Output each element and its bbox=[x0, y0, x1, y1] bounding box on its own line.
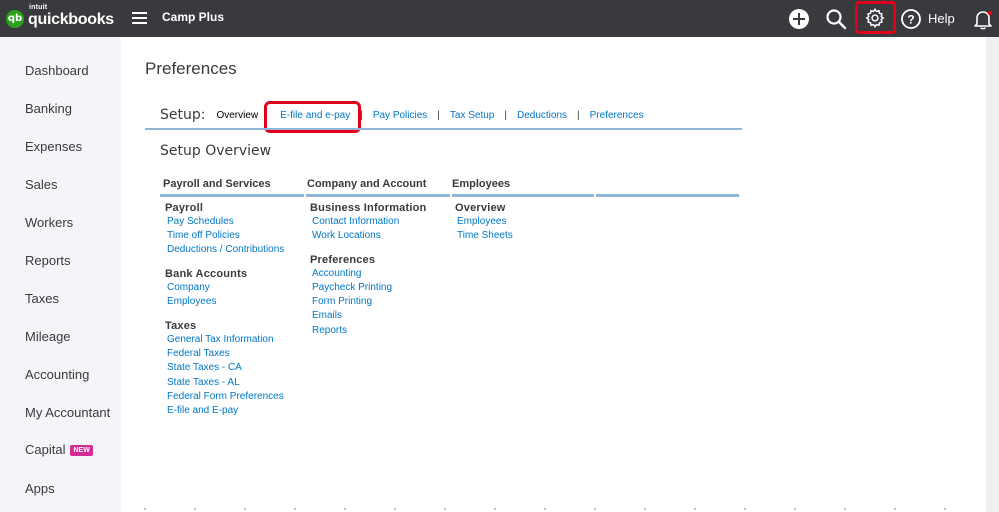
link-work-locations[interactable]: Work Locations bbox=[312, 230, 381, 241]
menu-icon[interactable] bbox=[132, 12, 147, 24]
bottom-edge-dots bbox=[144, 508, 946, 510]
link-paycheck-printing[interactable]: Paycheck Printing bbox=[312, 282, 392, 293]
sidebar-item-dashboard[interactable]: Dashboard bbox=[25, 63, 89, 78]
tab-overview: Overview bbox=[216, 109, 259, 121]
setup-tabs: Setup: Overview E-file and e-pay | Pay P… bbox=[160, 107, 644, 123]
link-accounting[interactable]: Accounting bbox=[312, 268, 361, 279]
group-title-business-information: Business Information bbox=[310, 202, 427, 214]
bell-icon[interactable] bbox=[972, 8, 994, 30]
sidebar-item-workers[interactable]: Workers bbox=[25, 215, 73, 230]
section-title: Setup Overview bbox=[160, 143, 272, 159]
column-divider bbox=[160, 194, 304, 197]
help-label[interactable]: Help bbox=[928, 11, 955, 26]
link-pay-schedules[interactable]: Pay Schedules bbox=[167, 216, 234, 227]
tab-tax-setup[interactable]: Tax Setup bbox=[450, 110, 494, 121]
tab-deductions[interactable]: Deductions bbox=[517, 110, 567, 121]
link-time-off-policies[interactable]: Time off Policies bbox=[167, 230, 240, 241]
column-divider bbox=[306, 194, 450, 197]
link-federal-taxes[interactable]: Federal Taxes bbox=[167, 348, 230, 359]
link-state-taxes-al[interactable]: State Taxes - AL bbox=[167, 377, 240, 388]
gear-highlight-annotation bbox=[855, 1, 896, 34]
sidebar-item-mileage[interactable]: Mileage bbox=[25, 329, 71, 344]
svg-text:?: ? bbox=[907, 13, 914, 27]
page-title: Preferences bbox=[145, 59, 237, 78]
link-state-taxes-ca[interactable]: State Taxes - CA bbox=[167, 362, 242, 373]
sidebar-item-sales[interactable]: Sales bbox=[25, 177, 58, 192]
sidebar-item-reports[interactable]: Reports bbox=[25, 253, 71, 268]
sidebar-item-label: Capital bbox=[25, 442, 66, 457]
sidebar-item-capital[interactable]: Capital NEW bbox=[25, 442, 93, 457]
setup-label: Setup: bbox=[160, 107, 206, 123]
setup-divider bbox=[145, 128, 742, 130]
link-form-printing[interactable]: Form Printing bbox=[312, 296, 372, 307]
tab-separator: | bbox=[577, 109, 580, 121]
tab-separator: | bbox=[437, 109, 440, 121]
tab-preferences[interactable]: Preferences bbox=[590, 110, 644, 121]
link-company[interactable]: Company bbox=[167, 282, 210, 293]
logo-intuit-text: intuit bbox=[29, 4, 48, 11]
help-circle-icon[interactable]: ? bbox=[900, 8, 922, 30]
group-title-payroll: Payroll bbox=[165, 202, 204, 214]
group-title-taxes: Taxes bbox=[165, 320, 197, 332]
search-icon[interactable] bbox=[825, 8, 847, 30]
link-employees-overview[interactable]: Employees bbox=[457, 216, 506, 227]
new-badge: NEW bbox=[70, 445, 93, 457]
sidebar-item-banking[interactable]: Banking bbox=[25, 101, 72, 116]
link-time-sheets[interactable]: Time Sheets bbox=[457, 230, 513, 241]
tab-separator: | bbox=[504, 109, 507, 121]
group-title-overview: Overview bbox=[455, 202, 506, 214]
company-name: Camp Plus bbox=[162, 10, 225, 24]
sidebar-item-accounting[interactable]: Accounting bbox=[25, 367, 89, 382]
column-divider bbox=[596, 194, 739, 197]
sidebar-item-apps[interactable]: Apps bbox=[25, 481, 55, 496]
link-reports[interactable]: Reports bbox=[312, 325, 347, 336]
link-efile-and-epay[interactable]: E-file and E-pay bbox=[167, 405, 238, 416]
column-divider bbox=[452, 194, 594, 197]
top-bar: qb intuit quickbooks Camp Plus ? Help bbox=[0, 0, 999, 37]
link-deductions-contributions[interactable]: Deductions / Contributions bbox=[167, 244, 284, 255]
sidebar: Dashboard Banking Expenses Sales Workers… bbox=[0, 37, 121, 512]
column-header-company-and-account: Company and Account bbox=[307, 178, 427, 190]
sidebar-item-expenses[interactable]: Expenses bbox=[25, 139, 82, 154]
column-header-employees: Employees bbox=[452, 178, 511, 190]
link-contact-information[interactable]: Contact Information bbox=[312, 216, 399, 227]
link-employees[interactable]: Employees bbox=[167, 296, 216, 307]
sidebar-item-my-accountant[interactable]: My Accountant bbox=[25, 405, 110, 420]
link-federal-form-preferences[interactable]: Federal Form Preferences bbox=[167, 391, 284, 402]
plus-circle-icon[interactable] bbox=[788, 8, 810, 30]
sidebar-item-taxes[interactable]: Taxes bbox=[25, 291, 59, 306]
tab-pay-policies[interactable]: Pay Policies bbox=[373, 110, 427, 121]
scrollbar[interactable] bbox=[986, 37, 999, 512]
group-title-preferences: Preferences bbox=[310, 254, 376, 266]
link-emails[interactable]: Emails bbox=[312, 310, 342, 321]
column-header-payroll-and-services: Payroll and Services bbox=[163, 178, 271, 190]
group-title-bank-accounts: Bank Accounts bbox=[165, 268, 248, 280]
logo-name-text: quickbooks bbox=[28, 11, 114, 28]
qb-logo-icon: qb bbox=[6, 9, 24, 28]
link-general-tax-information[interactable]: General Tax Information bbox=[167, 334, 274, 345]
quickbooks-logo[interactable]: qb intuit quickbooks bbox=[6, 4, 114, 29]
